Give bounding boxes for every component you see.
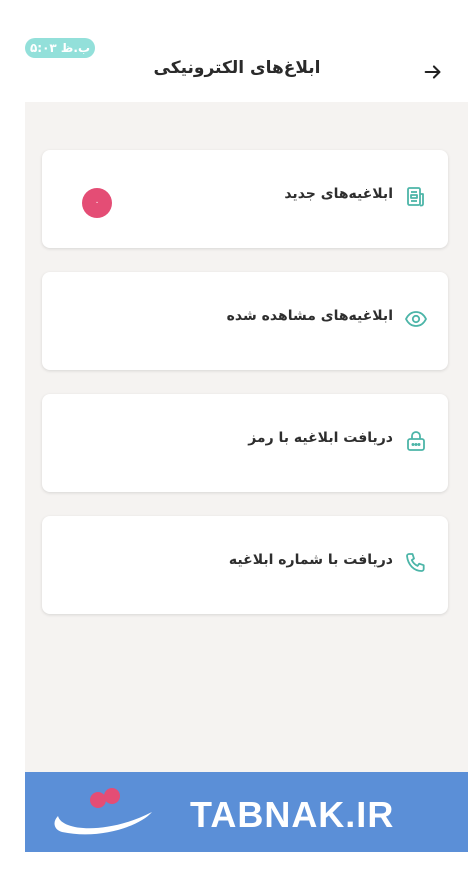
app-header: ۵:۰۳ ب.ظ ابلاغ‌های الکترونیکی (25, 30, 468, 102)
menu-item-label: دریافت ابلاغیه با رمز (248, 430, 393, 446)
banner-text: TABNAK.IR (190, 794, 395, 835)
app-screen: ۵:۰۳ ب.ظ ابلاغ‌های الکترونیکی ۰ ابلاغیه‌… (25, 30, 468, 852)
page-title: ابلاغ‌های الکترونیکی (153, 58, 321, 78)
menu-item-viewed-notices[interactable]: ابلاغیه‌های مشاهده شده (42, 272, 448, 370)
back-button[interactable] (417, 56, 449, 88)
menu-item-label: دریافت با شماره ابلاغیه (228, 552, 393, 568)
menu-container: ۰ ابلاغیه‌های جدید ابلاغیه‌های مشاهده شد… (25, 102, 468, 772)
eye-icon (404, 311, 428, 327)
document-icon (407, 187, 424, 207)
menu-item-receive-with-password[interactable]: دریافت ابلاغیه با رمز (42, 394, 448, 492)
tabnak-logo (54, 788, 152, 835)
menu-item-label: ابلاغیه‌های مشاهده شده (226, 308, 393, 324)
menu-item-new-notices[interactable]: ۰ ابلاغیه‌های جدید (42, 150, 448, 248)
password-lock-icon (407, 431, 425, 451)
menu-item-receive-by-number[interactable]: دریافت با شماره ابلاغیه (42, 516, 448, 614)
unread-count-badge: ۰ (82, 188, 112, 218)
arrow-right-icon (424, 65, 441, 79)
menu-item-label: ابلاغیه‌های جدید (284, 186, 393, 202)
phone-icon (406, 553, 425, 572)
watermark-banner: TABNAK.IR (25, 772, 468, 852)
status-time: ۵:۰۳ ب.ظ (25, 38, 95, 58)
